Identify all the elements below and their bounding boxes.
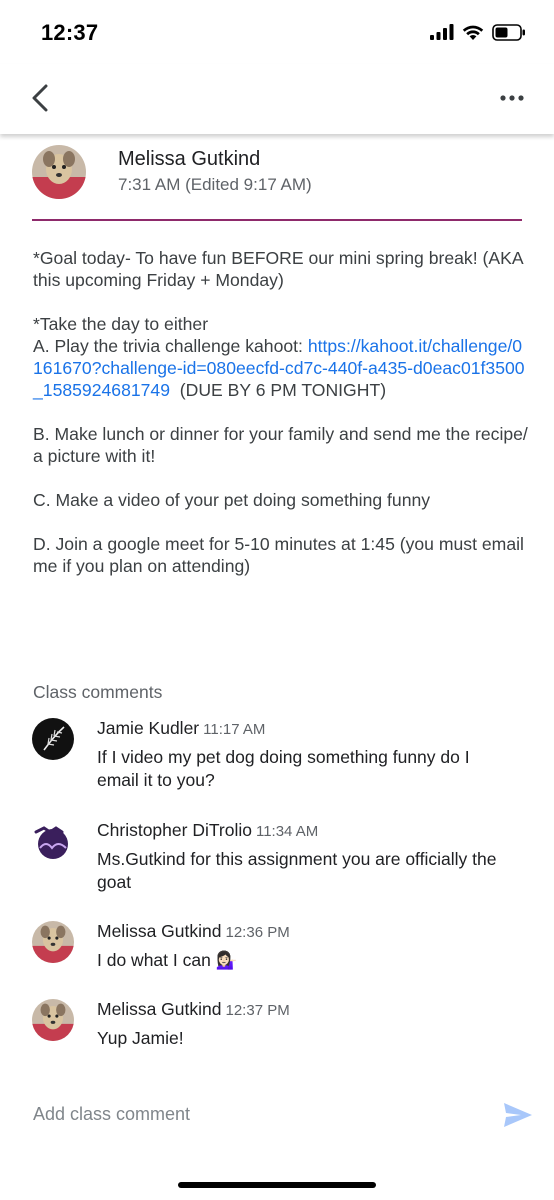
status-time: 12:37 (41, 20, 99, 45)
commenter-avatar[interactable] (32, 820, 74, 862)
comment-text: I do what I can 💁🏻‍♀️ (97, 950, 238, 970)
post-time: 7:31 AM (Edited 9:17 AM) (118, 175, 312, 194)
author-avatar[interactable] (32, 145, 86, 199)
comment-time: 12:37 PM (225, 1002, 290, 1019)
add-comment-input[interactable]: Add class comment (33, 1104, 190, 1125)
post-option-c: C. Make a video of your pet doing someth… (33, 490, 431, 510)
commenter-avatar[interactable] (32, 921, 74, 963)
commenter-avatar[interactable] (32, 718, 74, 760)
comment-composer: Add class comment (0, 1085, 554, 1145)
more-options-button[interactable] (494, 80, 530, 116)
option-a-text: A. Play the trivia challenge kahoot: (33, 336, 308, 356)
comment-header: Christopher DiTrolio 11:34 AM (97, 820, 318, 841)
post-divider (32, 219, 522, 221)
status-icons (430, 22, 526, 42)
more-options-icon (500, 95, 524, 101)
comment-author: Melissa Gutkind (97, 921, 222, 941)
app-bar (0, 64, 554, 134)
comment-header: Melissa Gutkind 12:36 PM (97, 921, 290, 942)
comment-author: Jamie Kudler (97, 718, 200, 738)
post-option-a: A. Play the trivia challenge kahoot: htt… (33, 335, 528, 401)
post-option-d: D. Join a google meet for 5-10 minutes a… (33, 534, 524, 576)
comment-text: Ms.Gutkind for this assignment you are o… (97, 849, 497, 892)
comment-time: 11:34 AM (255, 823, 319, 840)
send-icon (504, 1103, 532, 1127)
comment-header: Melissa Gutkind 12:37 PM (97, 999, 290, 1020)
battery-icon (492, 23, 525, 41)
home-indicator (178, 1182, 376, 1188)
wifi-icon (462, 25, 484, 40)
post-option-b: B. Make lunch or dinner for your family … (33, 424, 528, 466)
option-a-due: (DUE BY 6 PM TONIGHT) (170, 380, 387, 400)
post-goal: *Goal today- To have fun BEFORE our mini… (33, 248, 523, 290)
comment-time: 12:36 PM (225, 924, 290, 941)
comment-time: 11:17 AM (203, 721, 266, 738)
comments-title: Class comments (33, 682, 163, 702)
post-options: *Take the day to either A. Play the triv… (33, 313, 528, 401)
post-author: Melissa Gutkind (118, 148, 261, 170)
comment-author: Christopher DiTrolio (97, 820, 252, 840)
comment-text: If I video my pet dog doing something fu… (97, 747, 470, 790)
comment-text: Yup Jamie! (97, 1028, 184, 1048)
post-take-day: *Take the day to either (33, 314, 209, 334)
post-header: Melissa Gutkind 7:31 AM (Edited 9:17 AM) (32, 145, 522, 221)
back-arrow-icon (32, 84, 48, 112)
comment-header: Jamie Kudler 11:17 AM (97, 718, 265, 739)
comment-author: Melissa Gutkind (97, 999, 222, 1019)
send-button[interactable] (500, 1099, 536, 1131)
status-bar: 12:37 (0, 0, 554, 64)
post-body: *Goal today- To have fun BEFORE our mini… (33, 247, 528, 599)
signal-icon (430, 24, 454, 40)
commenter-avatar[interactable] (32, 999, 74, 1041)
back-button[interactable] (22, 80, 58, 116)
